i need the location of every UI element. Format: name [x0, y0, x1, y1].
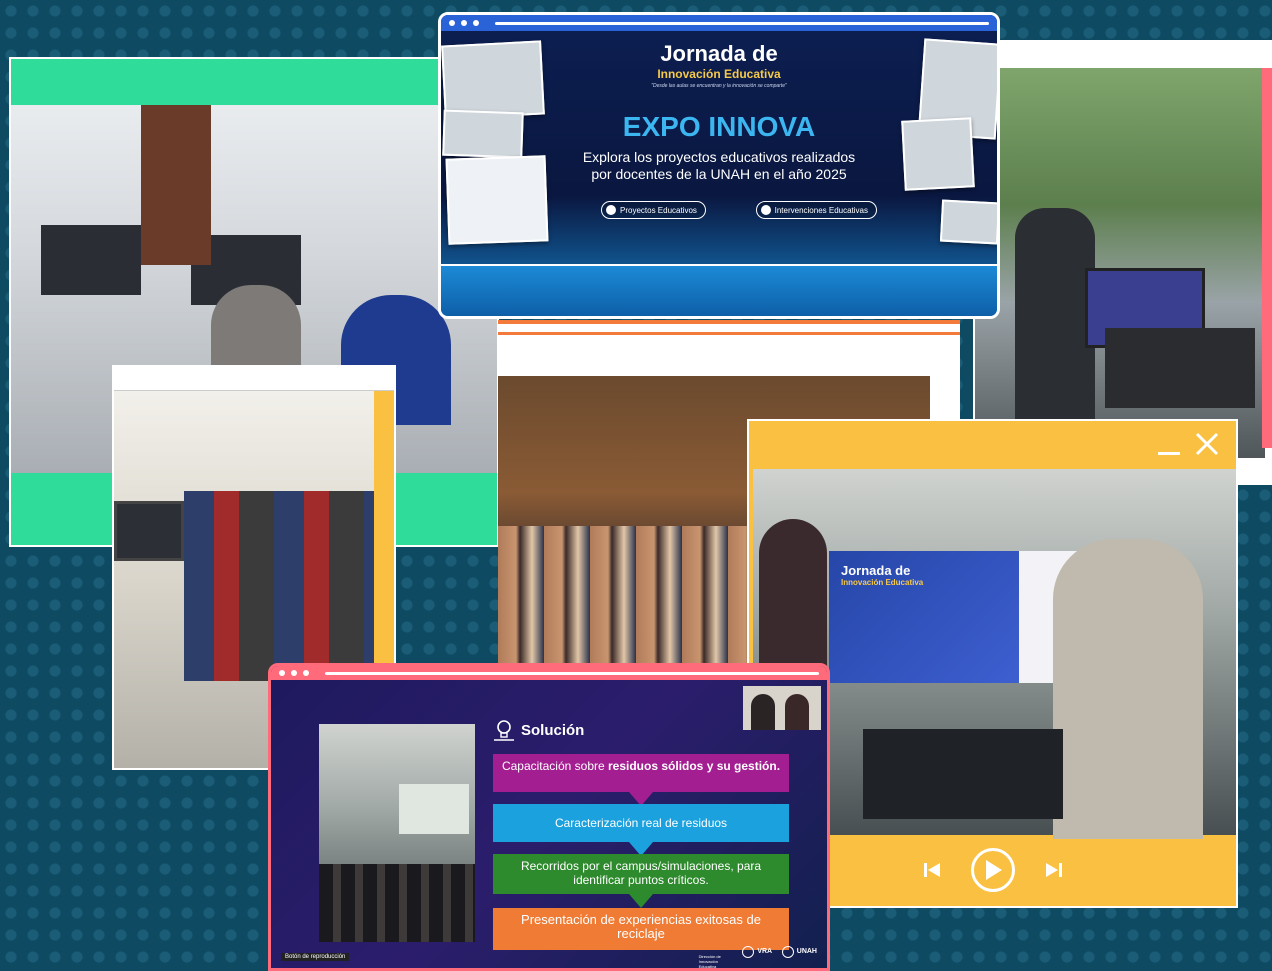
classroom-projection-photo — [319, 724, 475, 942]
minimize-icon[interactable] — [1158, 451, 1180, 455]
intervenciones-educativas-button[interactable]: Intervenciones Educativas — [755, 201, 877, 219]
solucion-window-bar — [271, 666, 827, 680]
proyectos-educativos-label: Proyectos Educativos — [620, 205, 697, 215]
screen-slide: Jornada de Innovación Educativa — [829, 551, 1019, 683]
solucion-heading: Solución — [521, 721, 585, 739]
expo-description: Explora los proyectos educativos realiza… — [561, 149, 877, 183]
skip-forward-icon[interactable] — [1045, 861, 1063, 879]
unah-seal-icon — [781, 945, 794, 958]
arrow-circle-icon — [606, 205, 616, 215]
video-call-thumbnail — [743, 686, 821, 730]
solution-step-text: Recorridos por el campus/simulaciones, p… — [520, 859, 762, 887]
skip-back-icon[interactable] — [923, 861, 941, 879]
playback-button-label[interactable]: Botón de reproducción — [281, 953, 350, 961]
slide-jornada-title: Jornada de — [841, 563, 911, 578]
play-button[interactable] — [970, 848, 1015, 892]
footer-logos: Dirección de Innovación Educativa VRA UN… — [691, 945, 817, 969]
expo-description-line: Explora los proyectos educativos realiza… — [582, 149, 856, 165]
expo-thumb-photo — [441, 40, 545, 120]
lightbulb-icon — [494, 720, 514, 741]
solution-step-1: Capacitación sobre residuos sólidos y su… — [493, 754, 789, 792]
play-icon — [985, 860, 1002, 880]
logo-unah: UNAH — [781, 945, 817, 958]
proyectos-educativos-button[interactable]: Proyectos Educativos — [601, 201, 706, 219]
close-icon[interactable] — [1194, 431, 1220, 457]
expo-description-line: por docentes de la UNAH en el año 2025 — [591, 166, 847, 182]
expo-floor-graphic — [441, 264, 997, 316]
solution-step-text: Capacitación sobre — [501, 759, 608, 773]
jornada-subtitle: Innovación Educativa — [657, 67, 781, 81]
expo-window-bar — [441, 15, 997, 31]
solution-step-text: Caracterización real de residuos — [554, 816, 728, 830]
solution-step-3: Recorridos por el campus/simulaciones, p… — [493, 854, 789, 894]
expo-innova-banner: Jornada de Innovación Educativa "Desde l… — [438, 12, 1000, 319]
slide-jornada-subtitle: Innovación Educativa — [841, 578, 924, 587]
step-arrow — [629, 894, 653, 908]
expo-thumb-photo — [939, 199, 997, 245]
solution-step-bold: residuos sólidos y su gestión. — [608, 759, 781, 773]
logo-direccion: Dirección de Innovación Educativa — [698, 953, 721, 969]
solution-step-4: Presentación de experiencias exitosas de… — [493, 908, 789, 950]
outdoor-exhibit-photo — [975, 68, 1265, 458]
expo-thumb-photo — [445, 155, 549, 245]
expo-thumb-photo — [901, 117, 975, 191]
solucion-slide-window: Solución Capacitación sobre residuos sól… — [268, 663, 830, 971]
intervenciones-educativas-label: Intervenciones Educativas — [774, 205, 868, 215]
logo-vra: VRA — [742, 945, 772, 958]
solution-step-2: Caracterización real de residuos — [493, 804, 789, 842]
expo-thumb-photo — [442, 109, 524, 159]
arrow-circle-icon — [760, 205, 771, 215]
jornada-title: Jornada de — [660, 41, 778, 66]
expo-title: EXPO INNOVA — [622, 111, 816, 142]
jornada-tagline: "Desde las aulas se encuentran y la inno… — [651, 83, 787, 89]
vra-seal-icon — [742, 945, 755, 958]
solution-step-text: Presentación de experiencias exitosas de… — [521, 912, 761, 941]
